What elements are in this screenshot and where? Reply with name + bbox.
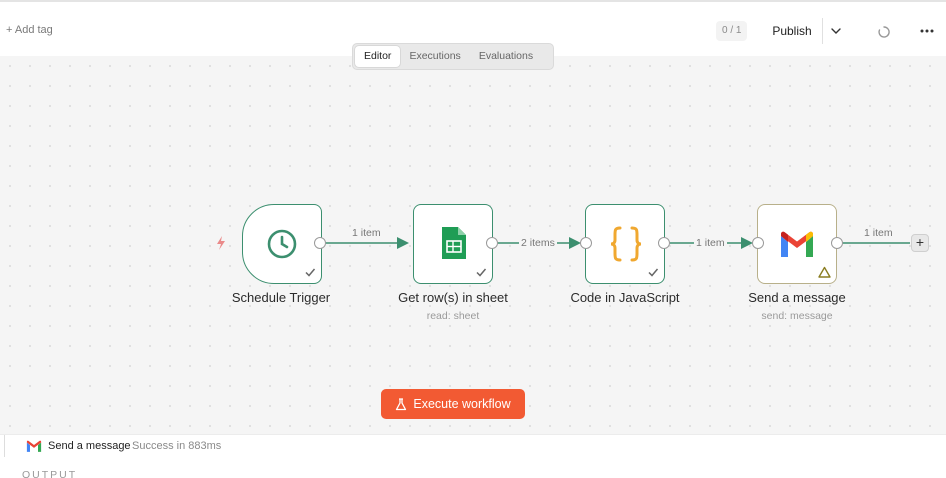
curly-braces-icon: [610, 226, 642, 262]
trigger-bolt-icon: [217, 236, 225, 250]
panel-node-title: Send a message: [48, 440, 131, 452]
connection-label: 1 item: [350, 227, 383, 239]
node-schedule-trigger[interactable]: [242, 204, 322, 284]
clock-icon: [267, 229, 297, 259]
node-label-gmail: Send a message: [748, 290, 846, 305]
connection-label: 1 item: [862, 227, 895, 239]
panel-resize-handle[interactable]: [0, 435, 5, 457]
node-gmail-send[interactable]: [757, 204, 837, 284]
google-sheets-icon: [442, 227, 466, 259]
success-check-icon: [305, 268, 316, 277]
panel-status: Success in 883ms: [132, 440, 222, 452]
node-code-javascript[interactable]: [585, 204, 665, 284]
execute-workflow-label: Execute workflow: [413, 397, 511, 411]
connection-label: 1 item: [694, 237, 727, 249]
input-port-gmail[interactable]: [752, 237, 764, 249]
add-node-button[interactable]: +: [911, 234, 929, 252]
output-section-label: OUTPUT: [22, 469, 78, 478]
success-check-icon: [648, 268, 659, 277]
gmail-icon: [781, 231, 813, 257]
node-label-code: Code in JavaScript: [570, 290, 680, 305]
input-port-code[interactable]: [580, 237, 592, 249]
node-label-sheet: Get row(s) in sheet: [398, 290, 508, 305]
gmail-icon: [26, 440, 42, 452]
execute-workflow-button[interactable]: Execute workflow: [381, 389, 525, 419]
flask-icon: [396, 397, 407, 410]
node-subtitle-sheet: read: sheet: [426, 310, 480, 322]
output-port-schedule[interactable]: [314, 237, 326, 249]
output-port-gmail[interactable]: [831, 237, 843, 249]
warning-icon: [818, 266, 831, 278]
output-panel: Send a message Success in 883ms OUTPUT: [0, 434, 946, 478]
node-label-schedule: Schedule Trigger: [231, 290, 331, 305]
output-port-sheet[interactable]: [486, 237, 498, 249]
node-google-sheets[interactable]: [413, 204, 493, 284]
success-check-icon: [476, 268, 487, 277]
node-subtitle-gmail: send: message: [761, 310, 833, 322]
output-port-code[interactable]: [658, 237, 670, 249]
connection-label: 2 items: [519, 237, 557, 249]
